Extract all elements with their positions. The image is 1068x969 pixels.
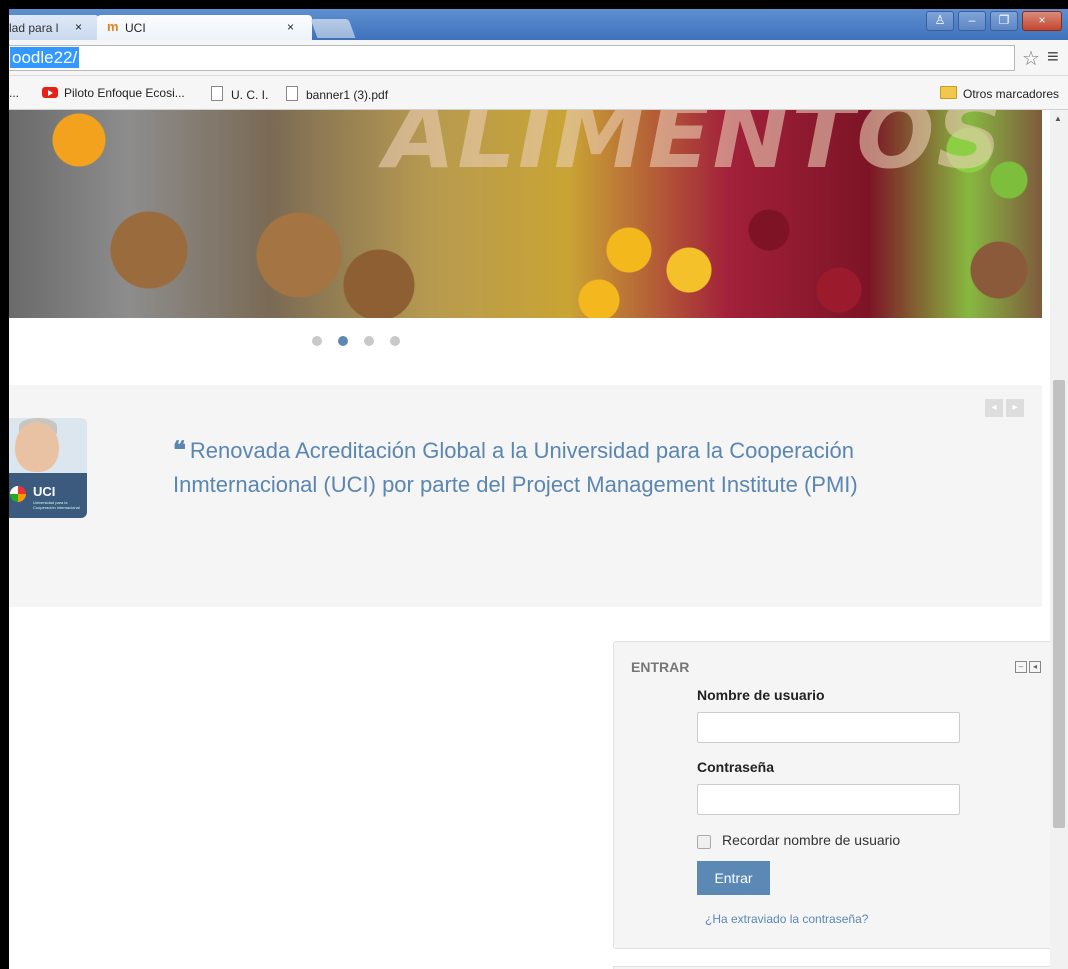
photo-face xyxy=(15,422,59,472)
youtube-icon xyxy=(42,87,58,98)
block-controls: – ◂ xyxy=(1013,661,1041,673)
bookmark-item[interactable]: banner1 (3).pdf xyxy=(286,86,388,102)
page-content: ALIMENTOS UCI Universidad para la Cooper… xyxy=(9,110,1068,969)
dock-icon[interactable]: ◂ xyxy=(1029,661,1041,673)
forgot-password-link[interactable]: ¿Ha extraviado la contraseña? xyxy=(705,912,868,926)
news-headline-link[interactable]: ❝ Renovada Acreditación Global a la Unive… xyxy=(173,433,973,502)
close-window-button[interactable]: × xyxy=(1022,11,1062,31)
password-field[interactable] xyxy=(697,784,960,815)
banner-image: ALIMENTOS xyxy=(9,110,1042,318)
tab-uci[interactable]: m UCI × xyxy=(97,15,312,40)
minimize-button[interactable]: – xyxy=(958,11,986,31)
username-label: Nombre de usuario xyxy=(697,687,825,703)
tab-label: UCI xyxy=(125,21,146,35)
browser-window: lad para l × m UCI × ♙ – ❐ × oodle22/ ☆ … xyxy=(9,9,1068,969)
bookmarks-bar: ... Piloto Enfoque Ecosi... U. C. I. ban… xyxy=(9,76,1068,110)
scrollbar-thumb[interactable] xyxy=(1053,380,1065,828)
page-icon xyxy=(211,86,223,101)
address-bar: oodle22/ ☆ ≡ xyxy=(9,40,1068,76)
user-icon[interactable]: ♙ xyxy=(926,11,954,31)
menu-icon[interactable]: ≡ xyxy=(1047,46,1059,69)
quote-icon: ❝ xyxy=(173,435,186,464)
bookmark-star-icon[interactable]: ☆ xyxy=(1022,46,1040,71)
maximize-button[interactable]: ❐ xyxy=(990,11,1018,31)
close-icon[interactable]: × xyxy=(287,20,294,34)
news-slider: UCI Universidad para la Cooperación Inte… xyxy=(9,385,1042,607)
login-title: ENTRAR xyxy=(631,659,690,675)
bookmark-item[interactable]: U. C. I. xyxy=(211,86,268,102)
new-tab-button[interactable] xyxy=(310,19,356,38)
bookmark-label: Piloto Enfoque Ecosi... xyxy=(64,86,185,100)
remember-label: Recordar nombre de usuario xyxy=(722,832,901,848)
news-image[interactable]: UCI Universidad para la Cooperación Inte… xyxy=(9,418,87,518)
slider-dot[interactable] xyxy=(364,336,374,346)
uci-logo-icon xyxy=(10,486,26,502)
login-block: ENTRAR – ◂ Nombre de usuario Contraseña … xyxy=(613,641,1058,949)
bookmark-item[interactable]: ... xyxy=(9,86,19,100)
uci-logo-text: UCI xyxy=(33,484,56,499)
news-nav: ◂ ▸ xyxy=(982,399,1024,417)
next-arrow-icon[interactable]: ▸ xyxy=(1006,399,1024,417)
slider-dot[interactable] xyxy=(312,336,322,346)
omnibox[interactable]: oodle22/ xyxy=(9,45,1015,71)
login-button[interactable]: Entrar xyxy=(697,861,770,895)
other-bookmarks[interactable]: Otros marcadores xyxy=(940,86,1059,101)
username-field[interactable] xyxy=(697,712,960,743)
bookmark-label: Otros marcadores xyxy=(963,87,1060,101)
uci-logo-subtext: Universidad para la Cooperación Internac… xyxy=(33,500,80,510)
bookmark-item[interactable]: Piloto Enfoque Ecosi... xyxy=(42,86,185,100)
prev-arrow-icon[interactable]: ◂ xyxy=(985,399,1003,417)
close-icon[interactable]: × xyxy=(75,20,82,34)
news-headline: Renovada Acreditación Global a la Univer… xyxy=(173,438,858,497)
scroll-up-icon[interactable]: ▲ xyxy=(1054,114,1062,123)
tab-label: lad para l xyxy=(9,21,59,35)
tab-strip: lad para l × m UCI × ♙ – ❐ × xyxy=(9,9,1068,40)
window-controls: ♙ – ❐ × xyxy=(922,11,1062,31)
moodle-favicon-icon: m xyxy=(107,19,119,34)
folder-icon xyxy=(940,86,957,99)
slider-dots xyxy=(312,336,416,346)
remember-checkbox[interactable] xyxy=(697,835,711,849)
slider-dot-active[interactable] xyxy=(338,336,348,346)
banner-title: ALIMENTOS xyxy=(384,110,1005,189)
url-text[interactable]: oodle22/ xyxy=(10,47,80,68)
slider-dot[interactable] xyxy=(390,336,400,346)
tab-previous[interactable]: lad para l × xyxy=(9,15,99,40)
bookmark-label: banner1 (3).pdf xyxy=(306,88,389,102)
page-icon xyxy=(286,86,298,101)
bookmark-label: U. C. I. xyxy=(231,88,269,102)
password-label: Contraseña xyxy=(697,759,775,775)
scrollbar[interactable]: ▲ xyxy=(1050,110,1068,969)
collapse-icon[interactable]: – xyxy=(1015,661,1027,673)
